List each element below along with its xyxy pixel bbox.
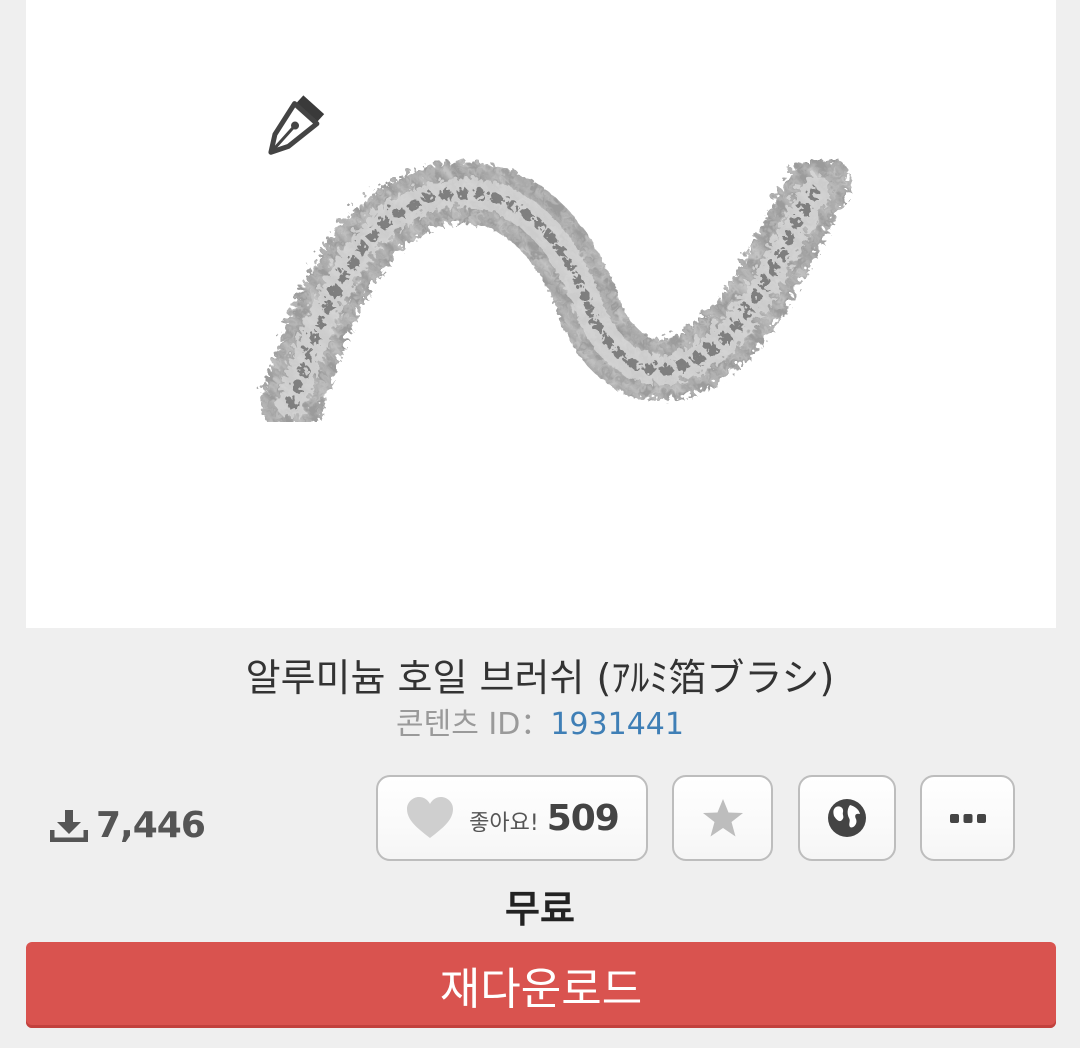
globe-icon: [828, 799, 866, 837]
download-icon: [50, 810, 88, 842]
brush-stroke-illustration: [257, 95, 847, 431]
like-count: 509: [546, 797, 620, 839]
more-options-button[interactable]: [920, 775, 1015, 861]
like-button[interactable]: 좋아요! 509: [376, 775, 648, 861]
download-count-value: 7,446: [96, 804, 206, 846]
redownload-button[interactable]: 재다운로드: [26, 942, 1056, 1028]
brush-preview-image: [26, 0, 1056, 628]
star-icon: [702, 799, 743, 837]
heart-icon: [407, 797, 454, 838]
content-id-label: 콘텐츠 ID：: [396, 707, 551, 742]
content-id: 콘텐츠 ID：1931441: [0, 704, 1080, 746]
like-label: 좋아요!: [469, 811, 539, 836]
more-dots-icon: [949, 814, 986, 823]
favorite-button[interactable]: [672, 775, 773, 861]
content-id-value[interactable]: 1931441: [550, 707, 684, 742]
content-title: 알루미늄 호일 브러쉬 (ｱﾙﾐ箔ブラシ): [245, 656, 835, 700]
globe-button[interactable]: [798, 775, 896, 861]
pen-nib-icon: [268, 95, 325, 155]
price-label: 무료: [505, 887, 575, 931]
download-count: 7,446: [50, 800, 206, 850]
